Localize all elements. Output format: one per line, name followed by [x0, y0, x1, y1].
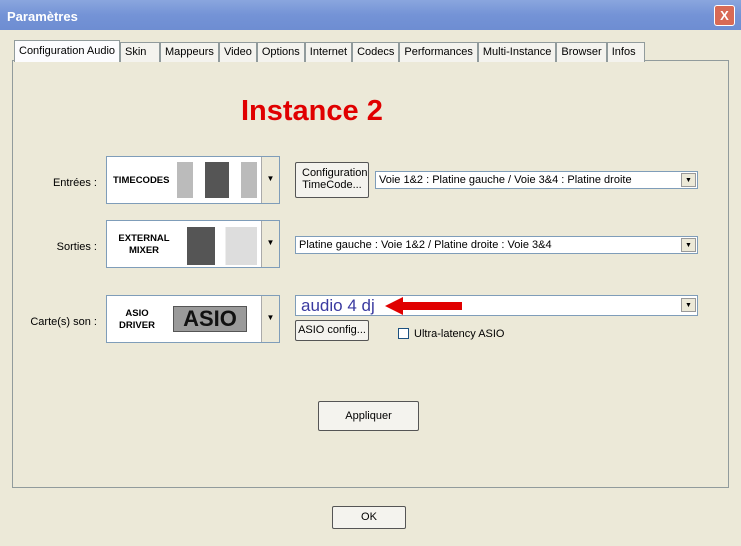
outputs-mode-select[interactable]: EXTERNAL MIXER ▼: [106, 220, 280, 268]
ok-button[interactable]: OK: [332, 506, 406, 529]
outputs-routing-select[interactable]: Platine gauche : Voie 1&2 / Platine droi…: [295, 236, 698, 254]
tab-skin[interactable]: Skin: [120, 42, 161, 62]
window-title: Paramètres: [7, 9, 78, 24]
outputs-routing-value: Platine gauche : Voie 1&2 / Platine droi…: [299, 239, 552, 251]
soundcard-driver-select[interactable]: ASIO DRIVER ASIO ▼: [106, 295, 280, 343]
chevron-down-icon[interactable]: ▼: [681, 298, 696, 312]
title-bar: Paramètres X: [0, 0, 741, 30]
tab-bar: Configuration Audio Skin Mappeurs Video …: [14, 40, 645, 62]
red-arrow-annotation: [385, 297, 463, 315]
turntables-image: [177, 162, 257, 198]
asio-config-button[interactable]: ASIO config...: [295, 320, 369, 341]
inputs-mode-select[interactable]: TIMECODES ▼: [106, 156, 280, 204]
inputs-routing-value: Voie 1&2 : Platine gauche / Voie 3&4 : P…: [379, 174, 632, 186]
soundcard-label: Carte(s) son :: [30, 316, 97, 328]
tab-codecs[interactable]: Codecs: [352, 42, 400, 62]
asio-logo: ASIO: [173, 306, 247, 332]
tab-infos[interactable]: Infos: [606, 42, 645, 62]
chevron-down-icon[interactable]: ▼: [261, 221, 279, 267]
tab-video[interactable]: Video: [218, 42, 257, 62]
tab-multi-instance[interactable]: Multi-Instance: [477, 42, 557, 62]
tab-options[interactable]: Options: [256, 42, 305, 62]
ultra-latency-checkbox[interactable]: [398, 328, 409, 339]
chevron-down-icon[interactable]: ▼: [261, 296, 279, 342]
timecodes-caption: TIMECODES: [113, 175, 170, 186]
tab-browser[interactable]: Browser: [556, 42, 607, 62]
asio-driver-caption: ASIO DRIVER: [119, 308, 155, 331]
timecode-config-button[interactable]: Configuration TimeCode...: [295, 162, 369, 198]
tab-internet[interactable]: Internet: [304, 42, 353, 62]
soundcard-device-select[interactable]: audio 4 dj ▼: [295, 295, 698, 316]
inputs-routing-select[interactable]: Voie 1&2 : Platine gauche / Voie 3&4 : P…: [375, 171, 698, 189]
close-button[interactable]: X: [714, 5, 735, 26]
tab-performances[interactable]: Performances: [399, 42, 478, 62]
soundcard-device-value: audio 4 dj: [301, 296, 375, 315]
mixer-image: [187, 227, 257, 265]
tab-mappeurs[interactable]: Mappeurs: [160, 42, 219, 62]
instance-heading: Instance 2: [241, 95, 383, 127]
external-mixer-caption: EXTERNAL MIXER: [118, 233, 170, 256]
chevron-down-icon[interactable]: ▼: [261, 157, 279, 203]
chevron-down-icon[interactable]: ▼: [681, 238, 696, 252]
ultra-latency-label: Ultra-latency ASIO: [414, 328, 505, 340]
outputs-label: Sorties :: [56, 241, 97, 253]
inputs-label: Entrées :: [52, 177, 97, 189]
chevron-down-icon[interactable]: ▼: [681, 173, 696, 187]
apply-button[interactable]: Appliquer: [318, 401, 419, 431]
tab-configuration-audio[interactable]: Configuration Audio: [14, 40, 121, 62]
